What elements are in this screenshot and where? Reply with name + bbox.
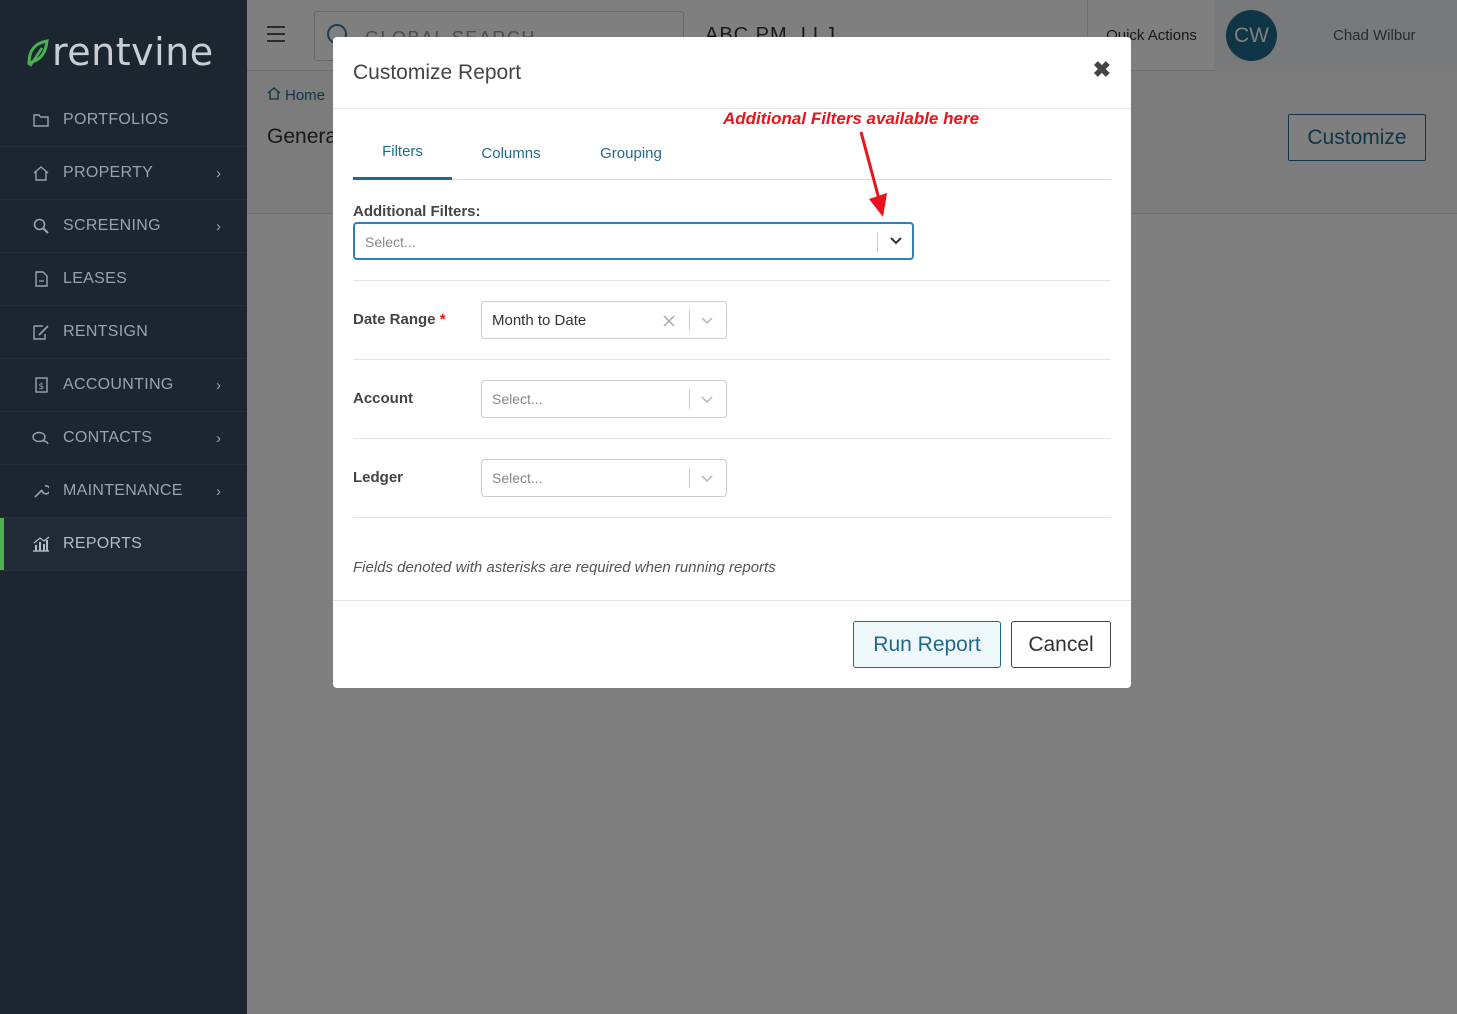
sidebar-item-label: PROPERTY (63, 164, 154, 181)
chevron-right-icon: › (216, 218, 222, 235)
rentvine-logo[interactable]: rentvine (26, 30, 214, 74)
cancel-button[interactable]: Cancel (1011, 621, 1111, 668)
additional-filters-label: Additional Filters: (353, 203, 481, 220)
annotation-arrow-icon (859, 131, 887, 217)
chevron-right-icon: › (216, 377, 222, 394)
tab-filters[interactable]: Filters (353, 126, 452, 180)
divider (353, 280, 1111, 281)
account-placeholder: Select... (492, 391, 543, 407)
sidebar-item-rentsign[interactable]: RENTSIGN (0, 306, 247, 359)
chevron-right-icon: › (216, 430, 222, 447)
document-icon (32, 270, 50, 288)
sidebar-item-reports[interactable]: REPORTS (0, 518, 247, 571)
sidebar-item-leases[interactable]: LEASES (0, 253, 247, 306)
account-label: Account (353, 390, 413, 407)
divider (353, 517, 1111, 518)
sidebar-item-label: CONTACTS (63, 429, 153, 446)
select-separator (689, 468, 690, 488)
close-icon[interactable]: ✖ (1093, 59, 1111, 81)
chart-icon (32, 535, 50, 553)
svg-text:$: $ (38, 382, 44, 392)
wrench-icon (32, 482, 50, 500)
select-separator (689, 389, 690, 409)
chat-icon (32, 429, 50, 447)
select-separator (689, 310, 690, 330)
run-report-button[interactable]: Run Report (853, 621, 1001, 668)
sidebar-item-maintenance[interactable]: MAINTENANCE › (0, 465, 247, 518)
magnify-icon (32, 217, 50, 235)
additional-filters-placeholder: Select... (365, 234, 416, 250)
sidebar-item-property[interactable]: PROPERTY › (0, 147, 247, 200)
sidebar-item-screening[interactable]: SCREENING › (0, 200, 247, 253)
folder-icon (32, 111, 50, 129)
date-range-select[interactable]: Month to Date (481, 301, 727, 339)
date-range-label: Date Range * (353, 311, 446, 328)
sidebar-nav: PORTFOLIOS PROPERTY › SCREENING › LEASES (0, 94, 247, 571)
modal-tabs: Filters Columns Grouping (353, 126, 1111, 180)
date-range-value: Month to Date (492, 312, 587, 329)
sign-icon (32, 323, 50, 341)
ledger-select[interactable]: Select... (481, 459, 727, 497)
sidebar-item-label: LEASES (63, 270, 128, 287)
sidebar-item-label: MAINTENANCE (63, 482, 183, 499)
modal-title: Customize Report (353, 61, 522, 84)
sidebar-item-label: SCREENING (63, 217, 161, 234)
ledger-placeholder: Select... (492, 470, 543, 486)
divider (353, 359, 1111, 360)
customize-report-modal: Customize Report ✖ Filters Columns Group… (333, 37, 1131, 688)
logo-text: rentvine (52, 30, 214, 74)
account-select[interactable]: Select... (481, 380, 727, 418)
tab-grouping[interactable]: Grouping (580, 126, 682, 180)
chevron-right-icon: › (216, 483, 222, 500)
modal-footer-divider (333, 600, 1131, 601)
chevron-down-icon[interactable] (700, 387, 714, 414)
ledger-label: Ledger (353, 469, 404, 486)
sidebar-item-label: RENTSIGN (63, 323, 149, 340)
required-fields-note: Fields denoted with asterisks are requir… (353, 559, 776, 576)
required-asterisk: * (439, 311, 446, 328)
clear-icon[interactable] (663, 310, 675, 337)
chevron-down-icon[interactable] (700, 466, 714, 493)
date-range-label-text: Date Range (353, 311, 436, 328)
chevron-right-icon: › (216, 165, 222, 182)
sidebar-item-label: ACCOUNTING (63, 376, 174, 393)
sidebar-item-label: PORTFOLIOS (63, 111, 169, 128)
divider (353, 438, 1111, 439)
sidebar-item-portfolios[interactable]: PORTFOLIOS (0, 94, 247, 147)
sidebar-item-label: REPORTS (63, 535, 143, 552)
select-separator (877, 232, 878, 252)
dollar-icon: $ (32, 376, 50, 394)
leaf-icon (26, 35, 50, 69)
modal-header: Customize Report ✖ (333, 37, 1131, 109)
additional-filters-select[interactable]: Select... (353, 222, 914, 260)
sidebar-item-accounting[interactable]: $ ACCOUNTING › (0, 359, 247, 412)
chevron-down-icon[interactable] (889, 229, 903, 256)
sidebar: rentvine PORTFOLIOS PROPERTY › SCREENING… (0, 0, 247, 1014)
sidebar-item-contacts[interactable]: CONTACTS › (0, 412, 247, 465)
annotation-callout: Additional Filters available here (723, 109, 980, 128)
chevron-down-icon[interactable] (700, 308, 714, 335)
tab-columns[interactable]: Columns (462, 126, 560, 180)
home-icon (32, 164, 50, 182)
